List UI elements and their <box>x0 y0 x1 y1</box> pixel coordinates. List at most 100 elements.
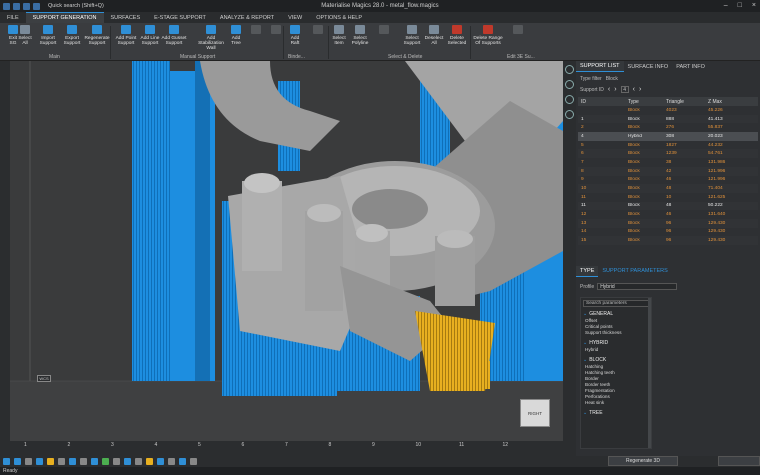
tab-surfaces[interactable]: SURFACES <box>104 12 148 23</box>
cell-id: 15 <box>581 238 587 244</box>
prev-icon[interactable]: ‹ <box>608 86 610 93</box>
col-triangle[interactable]: Triangle <box>666 99 708 105</box>
tool-icon[interactable] <box>14 458 21 465</box>
scrollbar[interactable] <box>648 298 651 448</box>
add-line-support-button[interactable]: Add Line Support <box>137 25 163 53</box>
table-row[interactable]: 2 Block 276 55.837 <box>578 123 758 132</box>
apply-button[interactable] <box>718 456 760 466</box>
regenerate-3d-button[interactable]: Regenerate 3D <box>608 456 678 466</box>
tool-icon[interactable] <box>36 458 43 465</box>
tool-icon[interactable] <box>25 458 32 465</box>
table-row[interactable]: 5 Block 1827 44.232 <box>578 141 758 150</box>
cell-zmax: 45.226 <box>708 107 723 113</box>
table-row[interactable]: 10 Block 48 71.404 <box>578 184 758 193</box>
tool-icon[interactable] <box>146 458 153 465</box>
save-icon[interactable] <box>13 2 20 10</box>
tab-surface-info[interactable]: SURFACE INFO <box>624 61 673 72</box>
table-row[interactable]: Block 4023 45.226 <box>578 106 758 115</box>
table-row[interactable]: 14 Block 96 129.430 <box>578 228 758 237</box>
table-row[interactable]: 8 Block 42 121.996 <box>578 166 758 176</box>
tab-support-list[interactable]: SUPPORT LIST <box>576 61 624 72</box>
table-row[interactable]: 1 Block 888 41.413 <box>578 114 758 124</box>
view-icon[interactable] <box>565 110 574 119</box>
ruler-label: 1 <box>24 442 27 448</box>
section-header[interactable]: ⌄ GENERAL <box>581 311 651 318</box>
tool-icon[interactable] <box>135 458 142 465</box>
table-row[interactable]: 6 Block 1239 54.761 <box>578 149 758 159</box>
add-stabilization-wall-button[interactable]: Add Stabilization Wall <box>196 25 226 53</box>
table-row[interactable]: 11 Block 48 50.222 <box>578 201 758 211</box>
tool-icon[interactable] <box>91 458 98 465</box>
next-icon[interactable]: › <box>614 86 616 93</box>
table-row[interactable]: 12 Block 46 131.640 <box>578 210 758 219</box>
tool-icon[interactable] <box>47 458 54 465</box>
tool-icon[interactable] <box>124 458 131 465</box>
support-id-field[interactable]: 4 <box>620 86 629 93</box>
3d-viewport[interactable]: WCS RIGHT <box>10 61 563 441</box>
add-point-support-button[interactable]: Add Point Support <box>113 25 139 53</box>
section-header[interactable]: ⌄ BLOCK <box>581 357 651 364</box>
table-row[interactable]: 15 Block 96 129.430 <box>578 236 758 245</box>
tool-icon[interactable] <box>3 458 10 465</box>
block-support[interactable] <box>132 61 170 381</box>
rotate-icon[interactable] <box>565 95 574 104</box>
col-type[interactable]: Type <box>628 99 666 105</box>
regenerate-support-button[interactable]: Regenerate Support <box>84 25 110 53</box>
parameter-item[interactable]: Heat sink <box>581 400 651 406</box>
redo-icon[interactable] <box>33 2 40 10</box>
select-polyline-button[interactable]: Select Polyline <box>347 25 373 53</box>
tab-view[interactable]: VIEW <box>281 12 309 23</box>
tab-support-generation[interactable]: SUPPORT GENERATION <box>25 12 104 23</box>
tab-e-stage-support[interactable]: E-STAGE SUPPORT <box>147 12 213 23</box>
tab-options-help[interactable]: OPTIONS & HELP <box>309 12 369 23</box>
parameter-item[interactable]: Support thickness <box>581 330 651 336</box>
tab-support-parameters[interactable]: SUPPORT PARAMETERS <box>598 266 671 277</box>
tab-analyze-report[interactable]: ANALYZE & REPORT <box>213 12 281 23</box>
app-icon[interactable] <box>3 2 10 10</box>
zoom-icon[interactable] <box>565 65 574 74</box>
tool-icon[interactable] <box>157 458 164 465</box>
delete-range-button[interactable]: Delete Range Of Supports <box>473 25 503 53</box>
table-row[interactable]: 13 Block 96 129.430 <box>578 218 758 228</box>
view-cube[interactable]: RIGHT <box>520 399 550 427</box>
minimize-icon[interactable]: – <box>724 2 728 9</box>
tool-icon[interactable] <box>102 458 109 465</box>
delete-selected-button[interactable]: Delete Selected <box>444 25 470 53</box>
section-header[interactable]: ⌄ HYBRID <box>581 340 651 347</box>
table-row[interactable]: 4 Hybrid 308 20.023 <box>578 132 758 141</box>
col-id[interactable]: ID <box>578 99 628 105</box>
quick-search-input[interactable]: Quick search (Shift+Q) <box>48 3 104 9</box>
table-row[interactable]: 7 Block 38 131.986 <box>578 158 758 167</box>
tool-icon[interactable] <box>179 458 186 465</box>
parameter-item[interactable]: Hybrid <box>581 347 651 353</box>
add-gusset-support-button[interactable]: Add Gusset Support <box>161 25 187 53</box>
panel-tabs: SUPPORT LIST SURFACE INFO PART INFO <box>576 61 760 72</box>
tool-icon[interactable] <box>113 458 120 465</box>
import-support-button[interactable]: Import Support <box>35 25 61 53</box>
maximize-icon[interactable]: □ <box>738 2 742 9</box>
prev-icon[interactable]: ‹ <box>633 86 635 93</box>
disabled-tool-button[interactable] <box>371 25 397 53</box>
profile-select[interactable]: Hybrid <box>597 283 678 290</box>
table-row[interactable]: 11 Block 10 121.625 <box>578 193 758 202</box>
tab-file[interactable]: FILE <box>0 12 26 23</box>
tool-icon[interactable] <box>58 458 65 465</box>
tab-type[interactable]: TYPE <box>576 265 599 277</box>
next-icon[interactable]: › <box>639 86 641 93</box>
pan-icon[interactable] <box>565 80 574 89</box>
tool-icon[interactable] <box>80 458 87 465</box>
tool-icon <box>379 25 389 34</box>
undo-icon[interactable] <box>23 2 30 10</box>
type-filter-value[interactable]: Block <box>606 76 618 82</box>
tool-icon[interactable] <box>190 458 197 465</box>
tool-icon[interactable] <box>168 458 175 465</box>
search-parameters-input[interactable]: Search parameters <box>583 300 649 307</box>
disabled-tool-button[interactable] <box>505 25 531 53</box>
table-row[interactable]: 9 Block 46 121.996 <box>578 176 758 185</box>
close-icon[interactable]: × <box>752 2 756 9</box>
export-support-button[interactable]: Export Support <box>59 25 85 53</box>
tool-icon[interactable] <box>69 458 76 465</box>
col-zmax[interactable]: Z Max <box>708 99 744 105</box>
section-header[interactable]: ⌄ TREE <box>581 410 651 417</box>
tab-part-info[interactable]: PART INFO <box>672 61 709 72</box>
